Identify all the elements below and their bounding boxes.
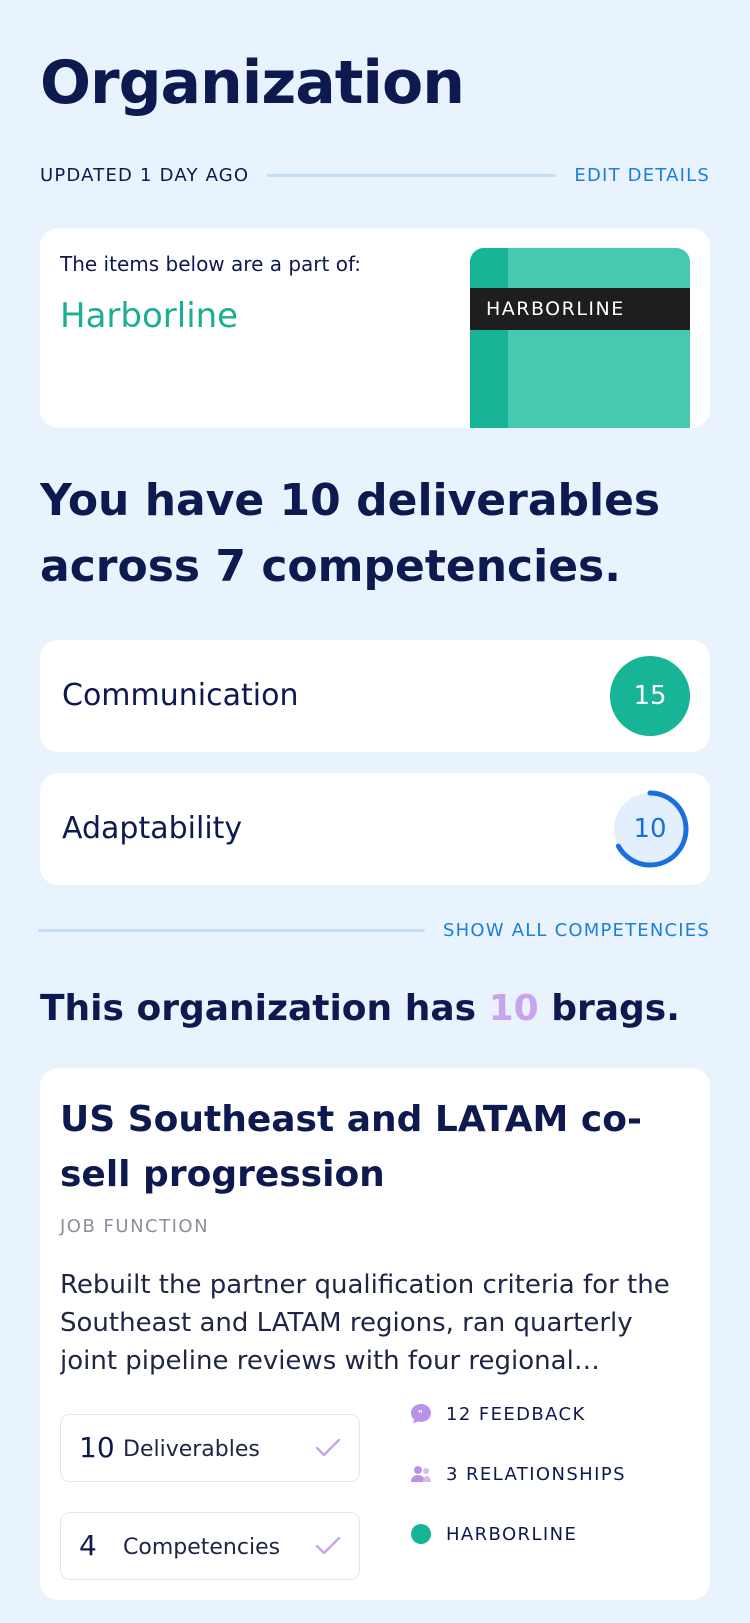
competencies-stat[interactable]: 4 Competencies bbox=[60, 1512, 360, 1580]
quote-bubble-icon: " bbox=[411, 1404, 431, 1424]
brags-count: 10 bbox=[488, 988, 539, 1029]
updated-label: UPDATED 1 DAY AGO bbox=[40, 164, 250, 186]
stat-number: 4 bbox=[79, 1529, 97, 1562]
edit-details-link[interactable]: EDIT DETAILS bbox=[574, 165, 710, 186]
competency-count-badge: 15 bbox=[610, 656, 690, 736]
svg-text:": " bbox=[418, 1409, 425, 1420]
stat-label: Competencies bbox=[123, 1535, 281, 1560]
deliverables-headline: You have 10 deliverables across 7 compet… bbox=[40, 475, 661, 592]
people-icon bbox=[411, 1466, 431, 1482]
competency-card-adaptability[interactable]: Adaptability 10 bbox=[40, 773, 710, 885]
feedback-count: " 12 FEEDBACK bbox=[410, 1400, 586, 1428]
logo-stripe bbox=[470, 248, 508, 428]
brags-suffix: brags. bbox=[538, 988, 680, 1029]
brag-card[interactable]: US Southeast and LATAM co-sell progressi… bbox=[40, 1068, 710, 1600]
meta-row: UPDATED 1 DAY AGO EDIT DETAILS bbox=[40, 160, 710, 190]
show-all-competencies-link[interactable]: SHOW ALL COMPETENCIES bbox=[443, 920, 710, 941]
stat-number: 10 bbox=[79, 1431, 115, 1464]
competency-label: Communication bbox=[62, 678, 299, 713]
brags-headline: This organization has 10 brags. bbox=[40, 988, 680, 1029]
competency-count: 15 bbox=[633, 681, 667, 711]
relationships-label: 3 RELATIONSHIPS bbox=[446, 1463, 626, 1485]
org-name: Harborline bbox=[60, 296, 239, 336]
divider-line bbox=[267, 173, 557, 177]
org-intro-text: The items below are a part of: bbox=[60, 252, 362, 276]
check-icon bbox=[315, 1536, 341, 1555]
deliverables-stat[interactable]: 10 Deliverables bbox=[60, 1414, 360, 1482]
relationships-count: 3 RELATIONSHIPS bbox=[410, 1460, 626, 1488]
competency-card-communication[interactable]: Communication 15 bbox=[40, 640, 710, 752]
org-logo: HARBORLINE bbox=[470, 248, 690, 428]
org-card[interactable]: The items below are a part of: Harborlin… bbox=[40, 228, 710, 428]
logo-text: HARBORLINE bbox=[470, 288, 690, 330]
org-tag-label: HARBORLINE bbox=[446, 1523, 578, 1545]
divider-line bbox=[38, 928, 426, 932]
feedback-label: 12 FEEDBACK bbox=[446, 1403, 586, 1425]
check-icon bbox=[315, 1438, 341, 1457]
page-title: Organization bbox=[40, 48, 465, 118]
brags-prefix: This organization has bbox=[40, 988, 489, 1029]
brag-description: Rebuilt the partner qualification criter… bbox=[60, 1270, 670, 1376]
org-dot-icon bbox=[411, 1524, 431, 1544]
competency-label: Adaptability bbox=[62, 811, 243, 846]
brag-title: US Southeast and LATAM co-sell progressi… bbox=[60, 1099, 642, 1195]
show-all-row: SHOW ALL COMPETENCIES bbox=[38, 915, 710, 945]
stat-label: Deliverables bbox=[123, 1437, 260, 1462]
brag-tag: JOB FUNCTION bbox=[60, 1216, 210, 1237]
competency-count: 10 bbox=[633, 814, 667, 844]
competency-progress-ring: 10 bbox=[610, 789, 690, 869]
org-tag: HARBORLINE bbox=[410, 1520, 577, 1548]
